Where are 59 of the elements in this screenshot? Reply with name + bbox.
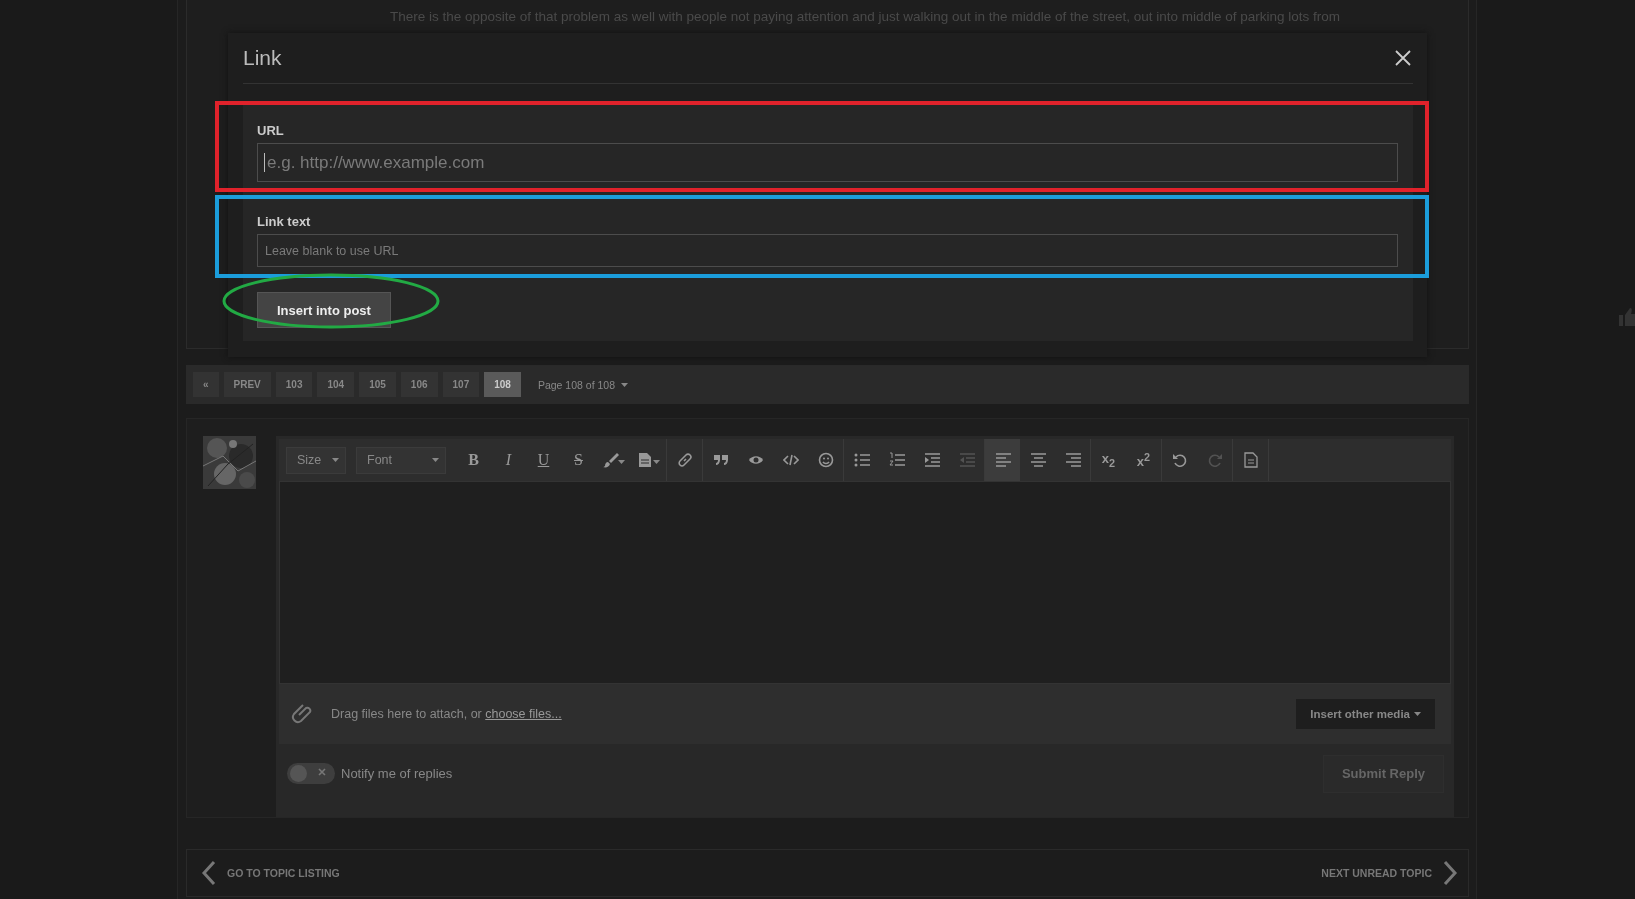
page-button[interactable]: 104 [317,372,355,397]
toolbar-button[interactable]: S [561,439,596,481]
close-button[interactable] [1393,48,1413,68]
undo-icon [1171,452,1188,468]
notify-toggle[interactable] [287,763,335,784]
thumbs-up-icon[interactable] [1617,306,1635,328]
caret-icon[interactable] [432,458,439,462]
url-field[interactable]: e.g. http://www.example.com [257,143,1398,182]
x-icon[interactable] [318,768,326,776]
attach-instructions: Drag files here to attach, or choose files... [331,707,563,721]
page-button[interactable]: 106 [400,372,438,397]
choose-files-link[interactable]: choose files... [485,707,562,721]
toolbar-button[interactable]: x$_{2}$ [1091,439,1126,481]
align-right-icon [1064,452,1081,468]
submit-reply-button[interactable]: Submit Reply [1322,754,1444,793]
caret-icon[interactable] [621,382,628,387]
quote-icon [712,452,729,468]
dialog-title: Link [243,46,282,70]
toolbar-button[interactable]: U [526,439,561,481]
align-center-icon [1029,452,1046,468]
toolbar-button[interactable]: x$^{2}$ [1126,439,1161,481]
toolbar-button[interactable]: B [456,439,491,481]
message-field[interactable] [279,481,1451,684]
link-icon [676,452,693,468]
brush-icon [602,452,625,468]
page-button[interactable]: 108 [484,372,521,397]
redo-icon [1206,452,1223,468]
document-icon [637,452,660,468]
insert-button[interactable]: Insert into post [257,292,391,328]
indent-icon [923,452,940,468]
page-jump-link[interactable]: Page 108 of 108 [537,378,628,391]
page-button[interactable]: 107 [442,372,480,397]
font-select[interactable]: Font [356,446,446,474]
bullet-list-icon [853,452,870,468]
toolbar-button[interactable]: I [491,439,526,481]
caret-icon[interactable] [1414,712,1421,716]
numbered-list-icon [888,452,905,468]
align-left-icon [994,452,1011,468]
chevron-right-icon [1442,860,1458,886]
caret-icon[interactable] [332,458,339,462]
page-button[interactable]: 105 [359,372,396,397]
chevron-left-icon [201,860,217,886]
insert-media-button[interactable]: Insert other media [1296,699,1435,729]
field-label: URL [257,123,285,138]
smiley-icon [817,452,834,468]
toolbar-button[interactable] [985,439,1020,481]
close-icon [1395,50,1411,66]
notify-label: Notify me of replies [341,766,454,781]
link-text-field[interactable]: Leave blank to use URL [257,234,1398,267]
topic-listing-link[interactable]: GO TO TOPIC LISTING [201,860,340,886]
page-button[interactable]: 103 [275,372,313,397]
field-label: Link text [257,214,312,229]
page-button[interactable]: PREV [223,372,271,397]
source-document-icon [1243,452,1258,468]
outdent-icon [958,452,975,468]
next-topic-link[interactable]: NEXT UNREAD TOPIC [1321,860,1458,886]
size-select[interactable]: Size [286,446,346,474]
page-button[interactable]: « [193,372,219,397]
code-icon [782,452,799,468]
